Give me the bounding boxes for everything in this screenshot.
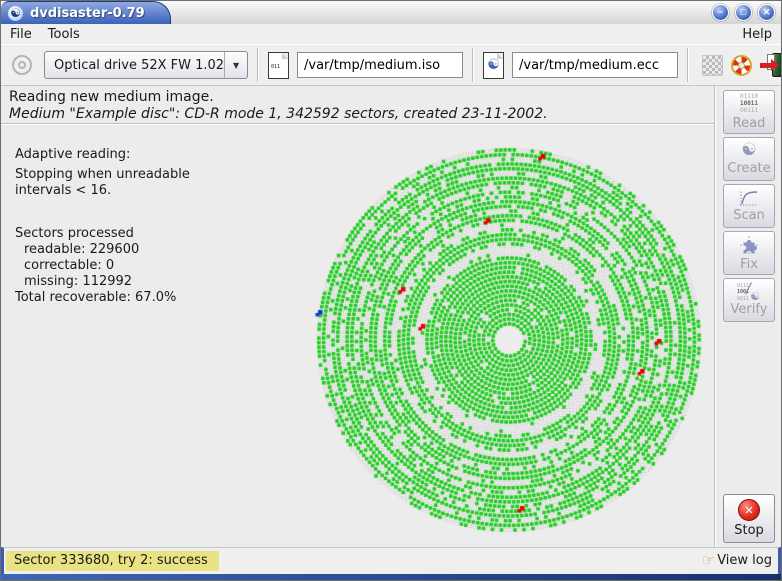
operation-title: Reading new medium image. [9,89,714,105]
close-button[interactable]: ✕ [758,4,775,21]
window-bottom-border [1,574,781,580]
pointing-hand-icon: ☞ [702,553,715,568]
cd-drive-icon [12,55,32,75]
operation-heading: Reading new medium image. Medium "Exampl… [1,86,714,124]
preferences-disabled-icon [702,55,723,76]
exit-door-icon [760,53,782,78]
title-tab[interactable]: ☯ dvdisaster-0.79 [1,1,171,24]
maximize-button[interactable]: □ [735,4,752,21]
menu-help[interactable]: Help [742,27,772,42]
toolbar-separator [257,48,259,82]
scan-label: Scan [733,208,765,223]
titlebar: ☯ dvdisaster-0.79 − □ ✕ [1,1,781,25]
ecc-file-icon: ☯ [483,52,504,79]
toolbar-separator [687,48,689,82]
correctable-count: correctable: 0 [15,258,190,274]
status-message: Sector 333680, try 2: success [6,551,219,571]
create-button[interactable]: ☯ Create [723,137,775,181]
image-file-icon: 011 10011 00111 [268,52,289,79]
read-label: Read [733,116,766,131]
verify-button[interactable]: 0111 1001 0011 / ☯ Verify [723,278,775,322]
menubar: File Tools Help [1,24,781,44]
create-yinyang-icon: ☯ [741,142,756,159]
readable-count: readable: 229600 [15,242,190,258]
drive-selector[interactable]: Optical drive 52X FW 1.02 ▼ [44,51,248,79]
minimize-button[interactable]: − [712,4,729,21]
preferences-button[interactable] [702,55,723,76]
toolbar: Optical drive 52X FW 1.02 ▼ 011 10011 00… [1,44,781,86]
window-title: dvdisaster-0.79 [30,6,145,21]
view-log-label: View log [717,553,772,568]
fix-puzzle-icon [739,235,759,255]
app-yinyang-icon: ☯ [8,6,23,21]
quit-button[interactable] [760,53,782,78]
menu-file[interactable]: File [10,27,32,42]
stop-label: Stop [734,523,764,538]
total-recoverable: Total recoverable: 67.0% [15,290,190,306]
action-sidebar: 01110 10011 00111 Read ☯ Create Scan Fix [715,86,781,547]
main-content: Reading new medium image. Medium "Exampl… [1,86,715,547]
scan-curve-icon [739,189,759,206]
chevron-down-icon: ▼ [224,52,247,78]
stopping-condition-line2: intervals < 16. [15,183,190,199]
help-button[interactable] [731,55,752,76]
read-binary-icon: 01110 10011 00111 [740,93,758,115]
statusbar: Sector 333680, try 2: success ☞ View log [1,547,781,574]
app-window: ☯ dvdisaster-0.79 − □ ✕ File Tools Help … [0,0,782,581]
medium-description: Medium "Example disc": CD-R mode 1, 3425… [9,106,714,122]
scan-button[interactable]: Scan [723,184,775,228]
missing-count: missing: 112992 [15,274,190,290]
stop-button[interactable]: ✕ Stop [723,494,775,543]
strategy-label: Adaptive reading: [15,147,190,163]
lifebelt-icon [731,55,752,76]
reading-info-panel: Adaptive reading: Stopping when unreadab… [15,147,190,306]
menu-tools[interactable]: Tools [48,27,80,42]
stopping-condition-line1: Stopping when unreadable [15,167,190,183]
iso-file-input[interactable] [297,52,463,78]
drive-selector-value: Optical drive 52X FW 1.02 [45,58,224,73]
fix-label: Fix [740,257,758,272]
verify-label: Verify [731,302,768,317]
toolbar-separator [472,48,474,82]
workarea: Adaptive reading: Stopping when unreadab… [1,124,714,547]
sectors-processed-label: Sectors processed [15,226,190,242]
fix-button[interactable]: Fix [723,231,775,275]
disc-canvas [309,140,709,540]
read-button[interactable]: 01110 10011 00111 Read [723,90,775,134]
view-log-button[interactable]: ☞ View log [700,551,774,570]
stop-icon: ✕ [738,499,760,521]
window-controls: − □ ✕ [712,4,775,21]
verify-icon: 0111 1001 0011 / ☯ [737,283,761,300]
ecc-file-input[interactable] [512,52,678,78]
create-label: Create [727,161,770,176]
